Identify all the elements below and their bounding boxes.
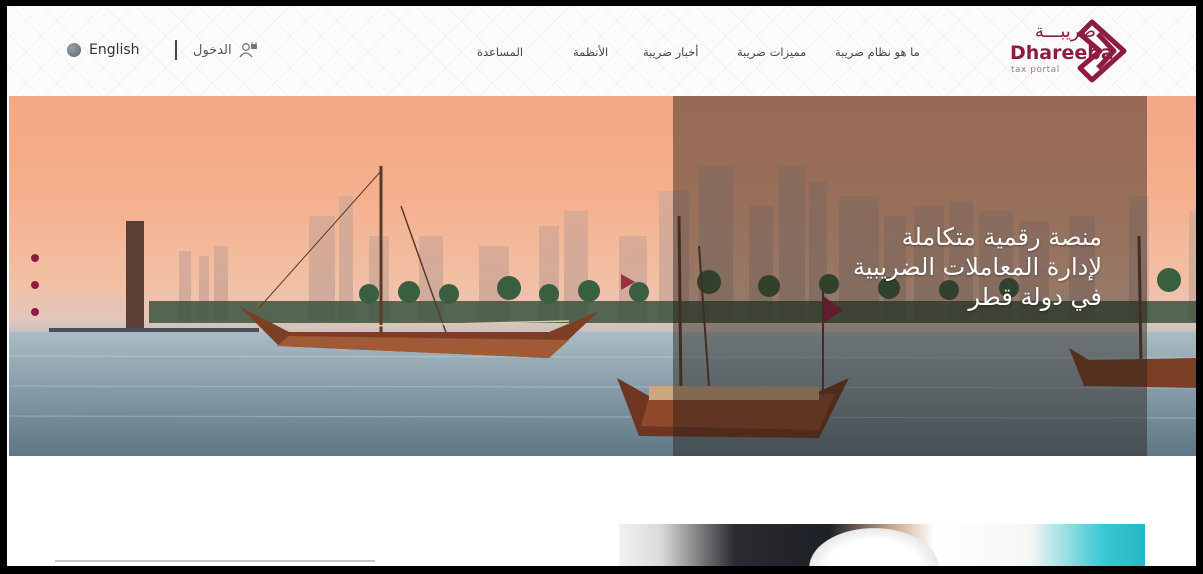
- language-label[interactable]: English: [89, 42, 140, 58]
- dhareeba-mark-icon: [1077, 19, 1127, 83]
- slide-dot-3[interactable]: [31, 308, 39, 316]
- hero-headline: منصة رقمية متكاملة لإدارة المعاملات الضر…: [853, 222, 1102, 312]
- logo-tagline: tax portal: [1011, 65, 1060, 75]
- slide-dot-2[interactable]: [31, 281, 39, 289]
- login-label[interactable]: الدخول: [193, 43, 232, 58]
- slider-pagination: [31, 254, 39, 335]
- nav-item-regulations[interactable]: الأنظمة: [573, 45, 608, 59]
- site-header: English الدخول ما هو نظام ضريبة مميزات ض…: [7, 6, 1196, 96]
- browser-page: English الدخول ما هو نظام ضريبة مميزات ض…: [7, 6, 1196, 566]
- headwear-image: [809, 528, 939, 566]
- slide-dot-1[interactable]: [31, 254, 39, 262]
- login-link[interactable]: الدخول: [193, 42, 258, 58]
- header-divider: [175, 40, 177, 60]
- hero-headline-line-2: لإدارة المعاملات الضريبية: [852, 253, 1102, 281]
- hero-banner: منصة رقمية متكاملة لإدارة المعاملات الضر…: [9, 96, 1196, 456]
- section-divider: [55, 560, 375, 562]
- hero-headline-line-3: في دولة قطر: [968, 283, 1102, 311]
- globe-icon: [67, 43, 81, 57]
- nav-item-what-is[interactable]: ما هو نظام ضريبة: [835, 45, 920, 59]
- nav-item-help[interactable]: المساعدة: [477, 45, 523, 59]
- nav-item-news[interactable]: أخبار ضريبة: [643, 45, 698, 59]
- nav-item-features[interactable]: مميزات ضريبة: [737, 45, 806, 59]
- hero-headline-line-1: منصة رقمية متكاملة: [901, 223, 1102, 251]
- content-section: [7, 456, 1196, 566]
- user-lock-icon: [239, 42, 257, 58]
- feature-photo: [619, 524, 1145, 566]
- language-switch[interactable]: English: [67, 42, 140, 58]
